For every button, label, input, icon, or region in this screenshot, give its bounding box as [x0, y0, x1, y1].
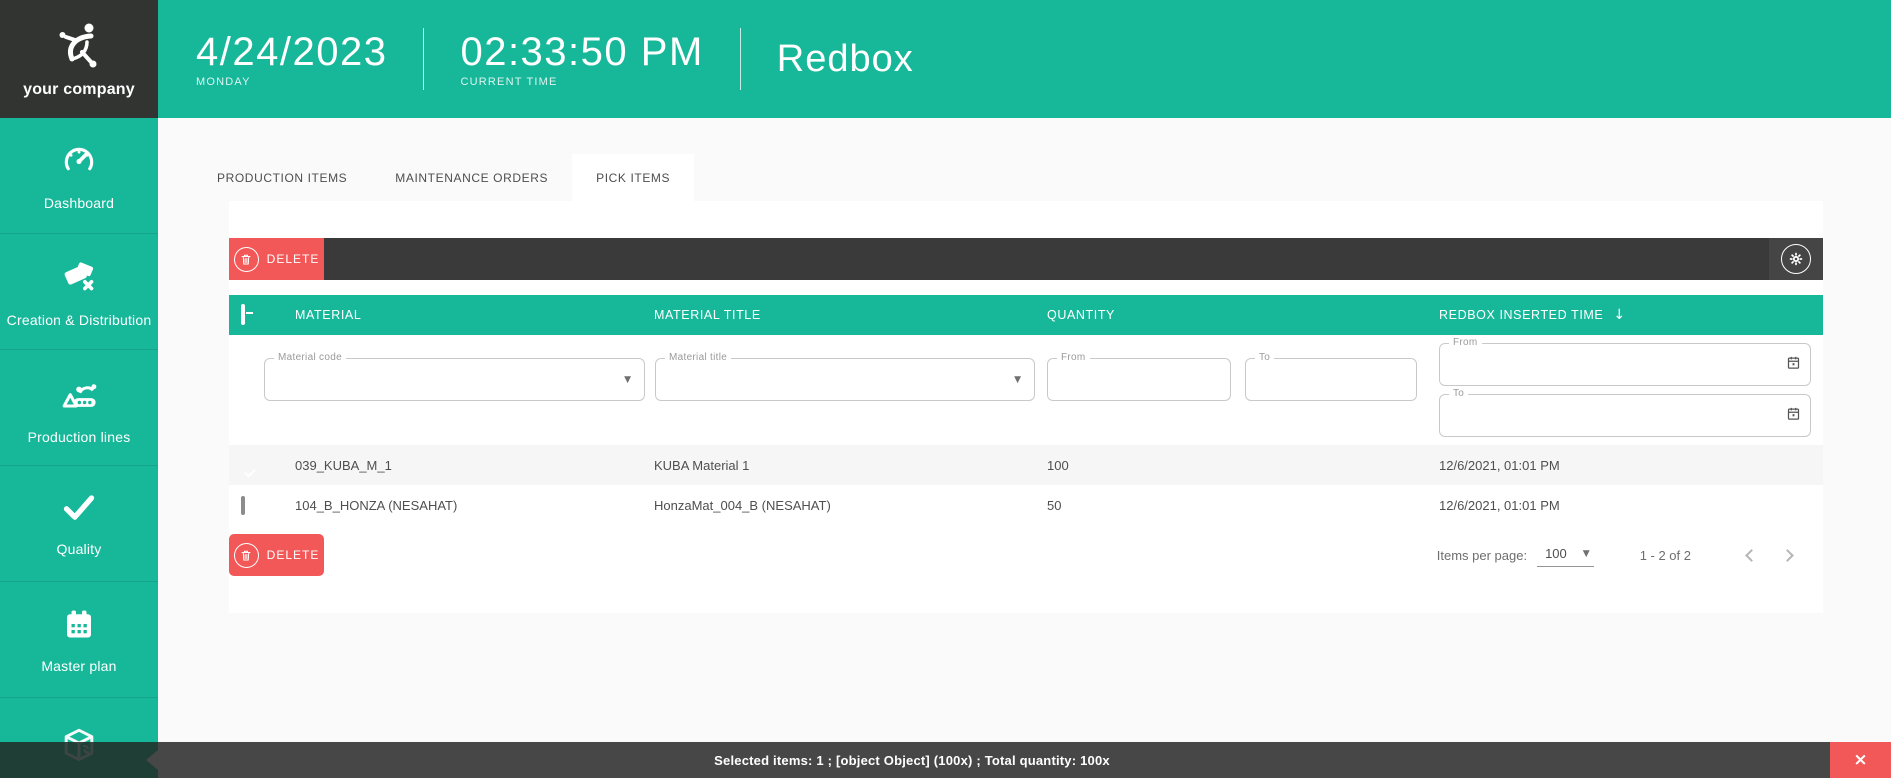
gear-icon — [1781, 244, 1811, 274]
sidebar-item-creation-distribution[interactable]: Creation & Distribution — [0, 234, 158, 350]
gauge-icon — [60, 141, 98, 184]
production-line-icon — [58, 371, 100, 418]
sidebar-item-quality[interactable]: Quality — [0, 466, 158, 582]
page-title: Redbox — [777, 38, 914, 81]
chevron-right-icon — [1781, 549, 1794, 562]
main-content: PRODUCTION ITEMS MAINTENANCE ORDERS PICK… — [229, 154, 1823, 613]
header-divider — [740, 28, 741, 90]
material-code-filter[interactable]: Material code ▼ — [264, 358, 645, 401]
check-icon — [59, 491, 99, 530]
delete-button-footer[interactable]: DELETE — [229, 534, 324, 576]
sidebar-item-dashboard[interactable]: Dashboard — [0, 118, 158, 234]
table-header-row: MATERIAL MATERIAL TITLE QUANTITY REDBOX … — [229, 295, 1823, 335]
cell-quantity: 50 — [1033, 498, 1425, 513]
calendar-picker-icon[interactable] — [1786, 355, 1801, 375]
paginator: Items per page: 100 ▼ 1 - 2 of 2 — [1437, 537, 1823, 573]
quantity-from-input[interactable] — [1048, 359, 1230, 400]
top-header: 4/24/2023 MONDAY 02:33:50 PM CURRENT TIM… — [158, 0, 1891, 118]
column-header-redbox-inserted-time[interactable]: REDBOX INSERTED TIME ↓ — [1425, 307, 1823, 323]
previous-page-button[interactable] — [1733, 537, 1769, 573]
chevron-left-icon — [1745, 549, 1758, 562]
sidebar: your company Dashboard — [0, 0, 158, 778]
trash-icon — [234, 247, 259, 272]
tab-pick-items[interactable]: PICK ITEMS — [572, 154, 694, 201]
next-page-button[interactable] — [1769, 537, 1805, 573]
page-range-label: 1 - 2 of 2 — [1640, 548, 1691, 563]
selection-status-bar: Selected items: 1 ; [object Object] (100… — [0, 742, 1891, 778]
delete-button-toolbar[interactable]: DELETE — [229, 238, 324, 280]
tab-maintenance-orders[interactable]: MAINTENANCE ORDERS — [371, 154, 572, 201]
status-bar-body: Selected items: 1 ; [object Object] (100… — [158, 742, 1830, 778]
status-bar-text: Selected items: 1 ; [object Object] (100… — [714, 753, 1110, 768]
tab-bar: PRODUCTION ITEMS MAINTENANCE ORDERS PICK… — [193, 154, 1823, 201]
close-icon: × — [1853, 750, 1867, 770]
close-status-bar-button[interactable]: × — [1830, 742, 1891, 778]
logo-icon — [53, 19, 105, 76]
date-from-input[interactable] — [1440, 344, 1810, 385]
caret-down-icon: ▼ — [1014, 375, 1021, 385]
quantity-to-input[interactable] — [1246, 359, 1416, 400]
pick-items-panel: DELETE — [229, 201, 1823, 613]
current-day: MONDAY — [196, 76, 387, 88]
table-footer: DELETE Items per page: 100 ▼ 1 - 2 of 2 — [229, 534, 1823, 576]
current-time-label: CURRENT TIME — [460, 76, 703, 88]
calendar-icon — [61, 606, 97, 647]
date-from-filter: From — [1439, 343, 1811, 386]
sidebar-item-label: Dashboard — [44, 195, 114, 211]
cell-redbox-inserted-time: 12/6/2021, 01:01 PM — [1425, 498, 1823, 513]
table-row[interactable]: 039_KUBA_M_1 KUBA Material 1 100 12/6/20… — [229, 445, 1823, 485]
items-per-page-label: Items per page: — [1437, 548, 1527, 563]
sort-desc-icon[interactable]: ↓ — [1613, 307, 1625, 323]
sidebar-item-master-plan[interactable]: Master plan — [0, 582, 158, 698]
date-block: 4/24/2023 MONDAY — [196, 31, 387, 88]
table-row[interactable]: 104_B_HONZA (NESAHAT) HonzaMat_004_B (NE… — [229, 485, 1823, 525]
column-header-material-title[interactable]: MATERIAL TITLE — [640, 308, 1033, 322]
date-to-filter: To — [1439, 394, 1811, 437]
filter-row: Material code ▼ Material title ▼ From To — [229, 335, 1823, 445]
status-bar-sidebar-overlay — [0, 742, 158, 778]
material-title-filter[interactable]: Material title ▼ — [655, 358, 1035, 401]
date-to-input[interactable] — [1440, 395, 1810, 436]
trash-icon — [234, 543, 259, 568]
time-block: 02:33:50 PM CURRENT TIME — [460, 31, 703, 88]
cell-quantity: 100 — [1033, 458, 1425, 473]
cell-material: 039_KUBA_M_1 — [281, 458, 640, 473]
current-time: 02:33:50 PM — [460, 31, 703, 73]
sidebar-item-label: Production lines — [28, 429, 131, 445]
cell-material-title: KUBA Material 1 — [640, 458, 1033, 473]
calendar-picker-icon[interactable] — [1786, 406, 1801, 426]
selection-toolbar: DELETE — [229, 238, 1823, 280]
brand-name: your company — [23, 81, 135, 99]
sidebar-item-label: Master plan — [41, 658, 116, 674]
quantity-to-filter: To — [1245, 358, 1417, 401]
items-per-page-select[interactable]: 100 ▼ — [1537, 543, 1594, 567]
row-checkbox[interactable] — [241, 496, 245, 515]
tickets-icon — [59, 256, 99, 301]
current-date: 4/24/2023 — [196, 31, 387, 73]
caret-down-icon: ▼ — [1583, 549, 1590, 559]
settings-button[interactable] — [1769, 238, 1823, 280]
sidebar-item-label: Creation & Distribution — [7, 312, 152, 328]
column-header-quantity[interactable]: QUANTITY — [1033, 308, 1425, 322]
cell-redbox-inserted-time: 12/6/2021, 01:01 PM — [1425, 458, 1823, 473]
cell-material-title: HonzaMat_004_B (NESAHAT) — [640, 498, 1033, 513]
company-logo: your company — [0, 0, 158, 118]
cell-material: 104_B_HONZA (NESAHAT) — [281, 498, 640, 513]
caret-down-icon: ▼ — [624, 375, 631, 385]
quantity-from-filter: From — [1047, 358, 1231, 401]
header-divider — [423, 28, 424, 90]
tab-production-items[interactable]: PRODUCTION ITEMS — [193, 154, 371, 201]
sidebar-item-production-lines[interactable]: Production lines — [0, 350, 158, 466]
sidebar-item-label: Quality — [57, 541, 102, 557]
column-header-material[interactable]: MATERIAL — [281, 308, 640, 322]
select-all-checkbox[interactable] — [241, 304, 245, 325]
